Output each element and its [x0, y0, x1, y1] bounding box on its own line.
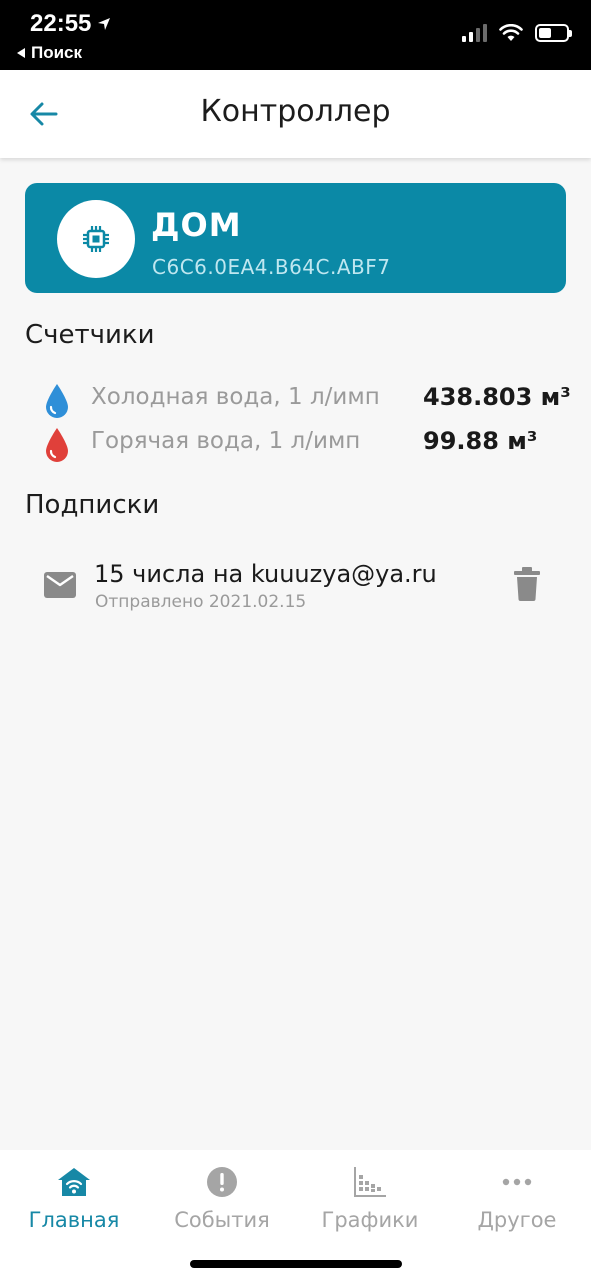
home-wifi-icon	[58, 1168, 90, 1196]
chip-avatar	[57, 200, 135, 278]
trash-icon[interactable]	[512, 566, 542, 602]
page-title: Контроллер	[200, 94, 391, 129]
subscription-title: 15 числа на kuuuzya@ya.ru	[94, 560, 437, 588]
meters-section-title: Счетчики	[25, 320, 155, 350]
meter-label: Холодная вода, 1 л/имп	[91, 384, 380, 410]
wifi-icon	[499, 24, 523, 41]
meter-row-cold[interactable]: Холодная вода, 1 л/имп 438.803 м³	[44, 380, 574, 420]
status-indicators	[462, 24, 572, 42]
meter-value: 438.803 м³	[423, 383, 571, 411]
status-time-text: 22:55	[30, 10, 92, 37]
status-time: 22:55	[30, 10, 111, 38]
nav-label: Главная	[28, 1208, 120, 1232]
meter-row-hot[interactable]: Горячая вода, 1 л/имп 99.88 м³	[44, 424, 574, 464]
location-arrow-icon	[98, 18, 111, 30]
nav-item-more[interactable]: Другое	[443, 1150, 591, 1250]
home-indicator	[190, 1260, 402, 1268]
status-bar: 22:55 Поиск	[0, 0, 591, 70]
subscription-status: Отправлено 2021.02.15	[95, 592, 307, 612]
status-back-link[interactable]: Поиск	[16, 43, 82, 63]
back-triangle-icon	[17, 48, 25, 58]
status-back-label: Поиск	[31, 43, 83, 62]
signal-icon	[462, 24, 487, 42]
mail-icon	[44, 572, 76, 598]
alert-icon	[207, 1167, 237, 1197]
app-header: Контроллер	[0, 70, 591, 158]
nav-item-charts[interactable]: Графики	[296, 1150, 444, 1250]
nav-item-home[interactable]: Главная	[0, 1150, 148, 1250]
controller-id: C6C6.0EA4.B64C.ABF7	[152, 255, 391, 279]
nav-label: Графики	[321, 1208, 419, 1232]
controller-name: ДОМ	[151, 206, 242, 244]
cold-water-drop-icon	[46, 384, 68, 418]
more-icon	[502, 1178, 532, 1186]
meter-value: 99.88 м³	[423, 427, 538, 455]
chart-icon	[354, 1167, 386, 1197]
battery-icon	[535, 24, 572, 42]
nav-item-events[interactable]: События	[148, 1150, 296, 1250]
subscription-item[interactable]: 15 числа на kuuuzya@ya.ru Отправлено 202…	[0, 552, 591, 622]
meter-label: Горячая вода, 1 л/имп	[91, 428, 361, 454]
chip-icon	[83, 226, 109, 252]
hot-water-drop-icon	[46, 428, 68, 462]
nav-label: События	[174, 1208, 270, 1232]
subscriptions-section-title: Подписки	[25, 490, 160, 520]
nav-label: Другое	[477, 1208, 557, 1232]
